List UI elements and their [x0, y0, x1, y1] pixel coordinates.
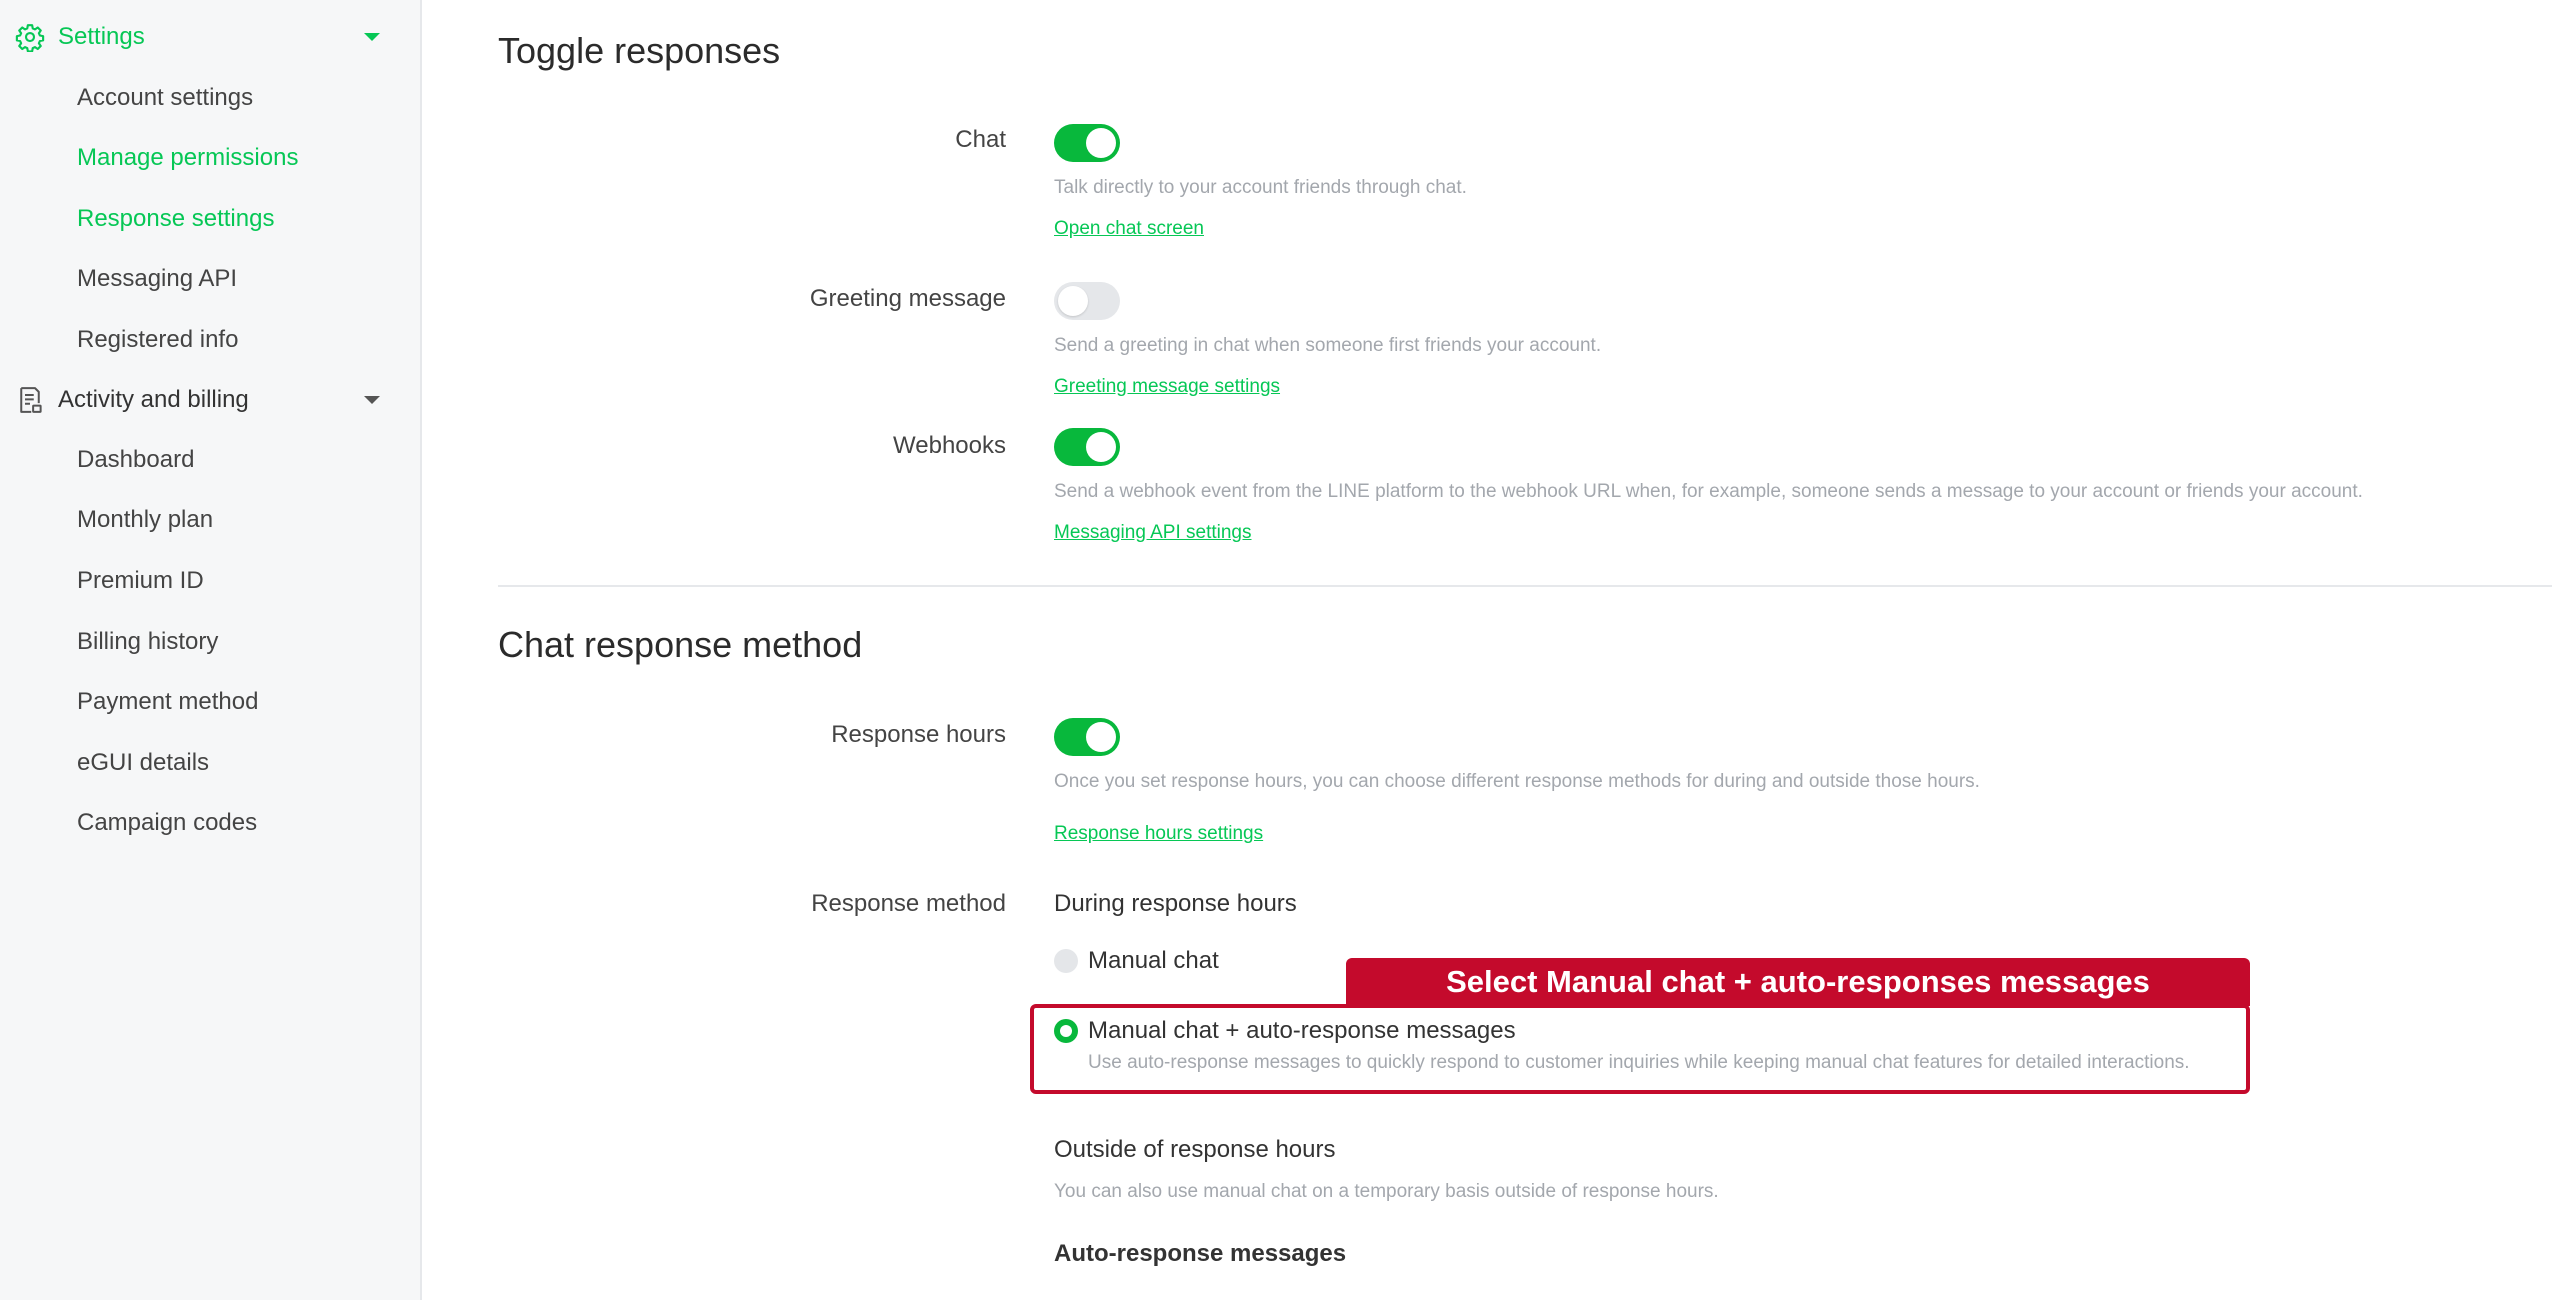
sidebar-group-activity-billing[interactable]: Activity and billing: [0, 370, 420, 430]
sidebar-item-registered-info[interactable]: Registered info: [77, 325, 238, 355]
during-response-hours-heading: During response hours: [1054, 890, 1297, 917]
outside-response-hours-heading: Outside of response hours: [1054, 1136, 1336, 1163]
greeting-message-description: Send a greeting in chat when someone fir…: [1054, 335, 1602, 356]
webhooks-description: Send a webhook event from the LINE platf…: [1054, 481, 2363, 502]
manual-chat-auto-response-option[interactable]: Manual chat + auto-response messages: [1054, 1017, 1516, 1045]
section-divider: [498, 585, 2552, 587]
toggle-knob: [1086, 432, 1116, 462]
toggle-knob: [1058, 286, 1088, 316]
manual-chat-auto-response-radio[interactable]: [1054, 1019, 1078, 1043]
outside-response-hours-description: You can also use manual chat on a tempor…: [1054, 1181, 1719, 1202]
sidebar-item-payment-method[interactable]: Payment method: [77, 687, 258, 717]
toggle-knob: [1086, 128, 1116, 158]
section-title-toggle-responses: Toggle responses: [498, 30, 781, 71]
greeting-message-label: Greeting message: [809, 285, 1006, 312]
sidebar-item-egui-details[interactable]: eGUI details: [77, 748, 209, 778]
sidebar-group-label: Settings: [58, 23, 145, 50]
sidebar-item-account-settings[interactable]: Account settings: [77, 83, 253, 113]
sidebar-item-messaging-api[interactable]: Messaging API: [77, 264, 237, 294]
manual-chat-auto-response-option-label: Manual chat + auto-response messages: [1088, 1017, 1516, 1044]
sidebar-item-campaign-codes[interactable]: Campaign codes: [77, 808, 257, 838]
sidebar-item-billing-history[interactable]: Billing history: [77, 627, 218, 657]
toggle-knob: [1086, 722, 1116, 752]
manual-chat-option[interactable]: Manual chat: [1054, 947, 1219, 975]
greeting-message-settings-link[interactable]: Greeting message settings: [1054, 376, 1280, 398]
response-hours-label: Response hours: [831, 721, 1006, 748]
section-title-chat-response-method: Chat response method: [498, 624, 863, 665]
webhooks-toggle[interactable]: [1054, 428, 1120, 466]
response-method-label: Response method: [811, 890, 1006, 917]
chat-label: Chat: [955, 126, 1006, 153]
sidebar-group-label: Activity and billing: [58, 386, 249, 413]
auto-response-messages-heading: Auto-response messages: [1054, 1240, 1347, 1267]
response-hours-toggle[interactable]: [1054, 718, 1120, 756]
webhooks-label: Webhooks: [893, 432, 1006, 459]
sidebar-item-monthly-plan[interactable]: Monthly plan: [77, 505, 213, 535]
chat-toggle[interactable]: [1054, 124, 1120, 162]
sidebar: Settings Account settings Manage permiss…: [0, 0, 422, 1300]
manual-chat-radio[interactable]: [1054, 949, 1078, 973]
chat-description: Talk directly to your account friends th…: [1054, 177, 1467, 198]
response-hours-description: Once you set response hours, you can cho…: [1054, 771, 1980, 792]
instruction-callout-label: Select Manual chat + auto-responses mess…: [1346, 958, 2250, 1006]
document-icon: [14, 384, 46, 416]
gear-icon: [14, 21, 46, 53]
chevron-down-icon: [364, 396, 380, 404]
sidebar-group-settings[interactable]: Settings: [0, 7, 420, 67]
chevron-down-icon: [364, 33, 380, 41]
greeting-message-toggle[interactable]: [1054, 282, 1120, 320]
main-content: Toggle responses Chat Talk directly to y…: [422, 0, 2552, 1300]
manual-chat-option-label: Manual chat: [1088, 947, 1219, 974]
sidebar-item-dashboard[interactable]: Dashboard: [77, 445, 194, 475]
messaging-api-settings-link[interactable]: Messaging API settings: [1054, 522, 1252, 544]
manual-chat-auto-response-description: Use auto-response messages to quickly re…: [1088, 1052, 2190, 1073]
sidebar-item-response-settings[interactable]: Response settings: [77, 204, 274, 234]
sidebar-item-premium-id[interactable]: Premium ID: [77, 566, 204, 596]
response-hours-settings-link[interactable]: Response hours settings: [1054, 823, 1263, 845]
open-chat-screen-link[interactable]: Open chat screen: [1054, 218, 1204, 240]
sidebar-item-manage-permissions[interactable]: Manage permissions: [77, 143, 298, 173]
